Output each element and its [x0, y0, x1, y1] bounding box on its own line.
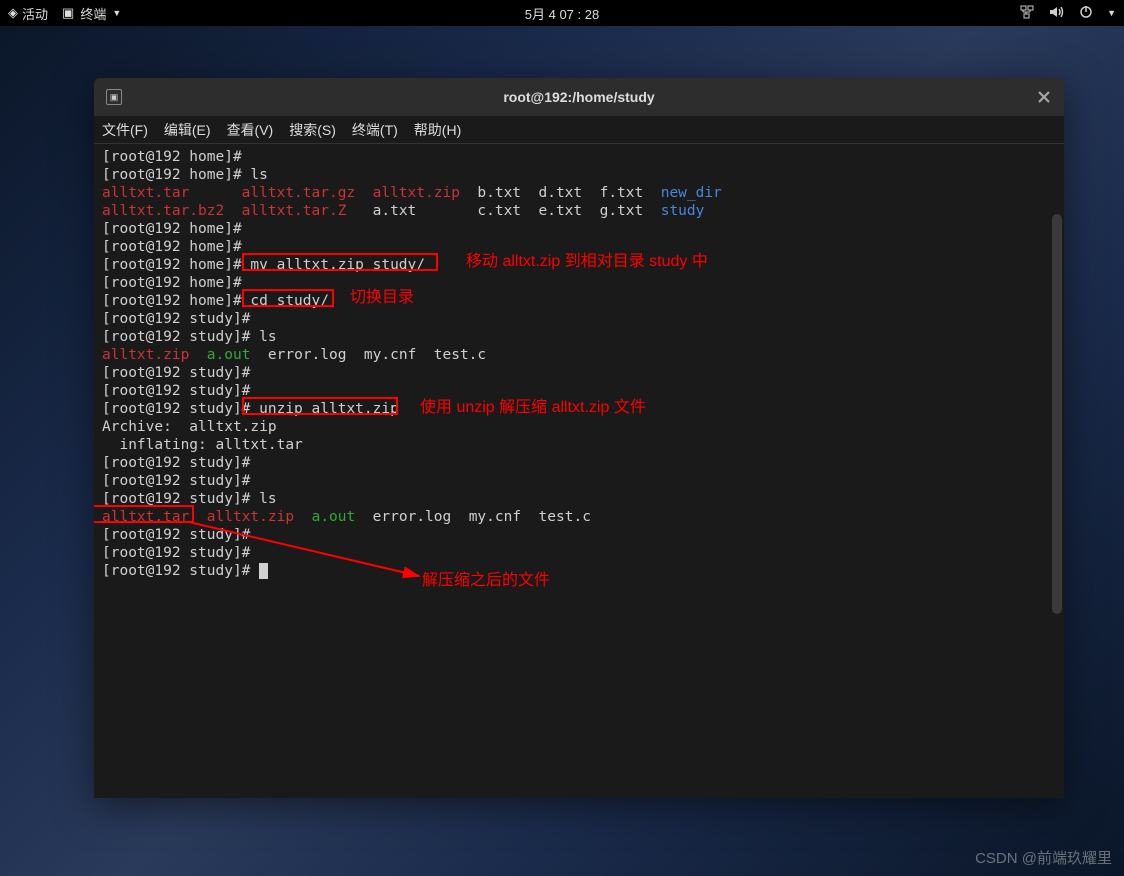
activities-label: 活动 — [22, 4, 48, 23]
app-menu-label: 终端 — [80, 4, 106, 23]
system-topbar: ◈ 活动 ▣ 终端 ▼ 5月 4 07 : 28 ▼ — [0, 0, 1124, 26]
clock[interactable]: 5月 4 07 : 28 — [525, 4, 599, 23]
activities-icon: ◈ — [8, 5, 18, 21]
menu-edit[interactable]: 编辑(E) — [164, 120, 211, 140]
term-line: [root@192 study]# unzip alltxt.zip — [102, 400, 1056, 418]
menu-help[interactable]: 帮助(H) — [414, 120, 461, 140]
term-line: [root@192 study]# — [102, 382, 1056, 400]
watermark: CSDN @前端玖耀里 — [975, 847, 1112, 868]
terminal-window: ▣ root@192:/home/study 文件(F) 编辑(E) 查看(V)… — [94, 78, 1064, 798]
term-line: [root@192 home]# mv alltxt.zip study/ — [102, 256, 1056, 274]
term-line: alltxt.zip a.out error.log my.cnf test.c — [102, 346, 1056, 364]
menu-search[interactable]: 搜索(S) — [289, 120, 336, 140]
term-line: alltxt.tar alltxt.tar.gz alltxt.zip b.tx… — [102, 184, 1056, 202]
new-tab-icon[interactable]: ▣ — [106, 89, 122, 105]
term-line: [root@192 study]# — [102, 472, 1056, 490]
titlebar[interactable]: ▣ root@192:/home/study — [94, 78, 1064, 116]
term-line: [root@192 home]# cd study/ — [102, 292, 1056, 310]
term-line: alltxt.tar.bz2 alltxt.tar.Z a.txt c.txt … — [102, 202, 1056, 220]
term-line: [root@192 study]# — [102, 364, 1056, 382]
term-line: [root@192 study]# — [102, 454, 1056, 472]
term-line: [root@192 home]# — [102, 274, 1056, 292]
menu-file[interactable]: 文件(F) — [102, 120, 148, 140]
term-line: [root@192 study]# — [102, 526, 1056, 544]
term-line: [root@192 home]# — [102, 148, 1056, 166]
term-line: inflating: alltxt.tar — [102, 436, 1056, 454]
term-line: [root@192 home]# — [102, 220, 1056, 238]
terminal-icon: ▣ — [62, 5, 74, 21]
term-line: [root@192 home]# — [102, 238, 1056, 256]
volume-icon[interactable] — [1049, 5, 1065, 22]
menubar: 文件(F) 编辑(E) 查看(V) 搜索(S) 终端(T) 帮助(H) — [94, 116, 1064, 144]
scrollbar[interactable] — [1052, 214, 1062, 614]
term-line: [root@192 study]# ls — [102, 490, 1056, 508]
term-line: [root@192 study]# — [102, 562, 1056, 580]
term-line: [root@192 study]# ls — [102, 328, 1056, 346]
window-title: root@192:/home/study — [503, 89, 654, 105]
network-icon[interactable] — [1019, 5, 1035, 22]
term-line: alltxt.tar alltxt.zip a.out error.log my… — [102, 508, 1056, 526]
power-icon[interactable] — [1079, 5, 1093, 22]
term-line: Archive: alltxt.zip — [102, 418, 1056, 436]
menu-view[interactable]: 查看(V) — [227, 120, 274, 140]
app-menu[interactable]: ▣ 终端 ▼ — [62, 4, 121, 23]
term-line: [root@192 home]# ls — [102, 166, 1056, 184]
close-button[interactable] — [1036, 89, 1052, 105]
menu-terminal[interactable]: 终端(T) — [352, 120, 398, 140]
terminal-content[interactable]: [root@192 home]# [root@192 home]# ls all… — [94, 144, 1064, 798]
chevron-down-icon: ▼ — [112, 8, 121, 18]
term-line: [root@192 study]# — [102, 544, 1056, 562]
system-menu-chevron-icon[interactable]: ▼ — [1107, 8, 1116, 18]
cursor — [259, 563, 268, 579]
term-line: [root@192 study]# — [102, 310, 1056, 328]
activities-button[interactable]: ◈ 活动 — [8, 4, 48, 23]
